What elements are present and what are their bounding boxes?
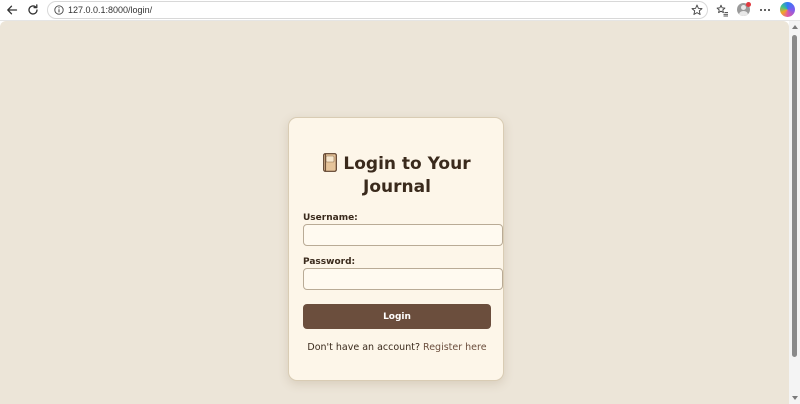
star-icon[interactable] <box>691 4 703 16</box>
scroll-thumb[interactable] <box>792 35 797 357</box>
username-label: Username: <box>303 213 358 223</box>
avatar-body <box>739 11 748 16</box>
arrow-left-icon <box>7 5 18 15</box>
avatar-head <box>741 5 746 10</box>
scroll-up-arrow[interactable] <box>792 25 798 29</box>
login-button[interactable]: Login <box>303 304 491 329</box>
back-button[interactable] <box>4 2 20 18</box>
scrollbar[interactable] <box>789 21 800 404</box>
page-title: Login to Your Journal <box>289 153 505 199</box>
notification-dot <box>746 2 751 7</box>
reload-button[interactable] <box>25 2 41 18</box>
page-title-text: Login to Your Journal <box>343 154 471 197</box>
reload-icon <box>28 4 38 15</box>
password-field[interactable] <box>303 268 503 290</box>
favorites-icon <box>716 4 728 16</box>
favorites-button[interactable] <box>714 2 730 18</box>
page-viewport: Login to Your Journal Username: Password… <box>0 21 789 404</box>
more-horizontal-icon <box>760 9 770 11</box>
more-menu-button[interactable] <box>757 2 773 18</box>
username-field[interactable] <box>303 224 503 246</box>
info-icon[interactable] <box>54 5 64 15</box>
register-link[interactable]: Register here <box>423 342 487 353</box>
login-card: Login to Your Journal Username: Password… <box>288 117 504 381</box>
register-prompt: Don't have an account? Register here <box>289 342 505 354</box>
browser-toolbar: 127.0.0.1:8000/login/ <box>0 0 800 21</box>
scroll-down-arrow[interactable] <box>792 396 798 400</box>
address-bar[interactable]: 127.0.0.1:8000/login/ <box>47 1 708 19</box>
copilot-icon[interactable] <box>780 2 795 17</box>
journal-icon <box>323 153 338 172</box>
register-prompt-text: Don't have an account? <box>307 342 420 353</box>
password-label: Password: <box>303 257 356 267</box>
url-text[interactable]: 127.0.0.1:8000/login/ <box>68 4 152 16</box>
